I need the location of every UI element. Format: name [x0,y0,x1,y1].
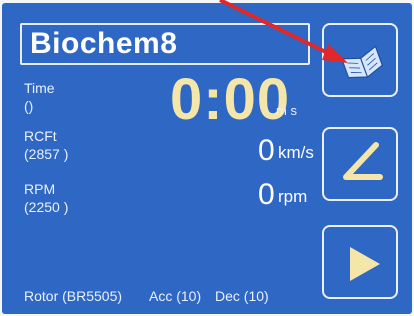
rcf-value: 0 [258,134,275,167]
deceleration-info: Dec (10) [215,288,269,304]
rpm-label: RPM [24,181,56,197]
start-button[interactable] [322,225,398,299]
rpm-value: 0 [258,178,275,211]
acceleration-info: Acc (10) [149,288,202,304]
program-name: Biochem8 [30,27,178,60]
program-library-button[interactable] [322,23,398,97]
rcf-setpoint: (2857 ) [24,146,69,162]
time-unit: m s [276,103,297,118]
ramp-settings-button[interactable] [322,127,398,201]
rcf-unit: km/s [278,143,314,162]
rotor-info: Rotor (BR5505) [24,288,123,304]
time-setpoint: () [24,98,34,114]
rcf-label: RCFt [24,128,57,144]
play-icon [350,247,380,281]
time-label: Time [24,80,55,96]
rpm-setpoint: (2250 ) [24,199,69,215]
display-screen: Biochem8 Time () 0:00 m s RCFt (2857 ) 0… [2,3,412,314]
book-icon [340,45,384,79]
rpm-unit: rpm [278,187,308,206]
time-value: 0:00 [170,67,291,132]
program-name-box[interactable]: Biochem8 [20,23,310,65]
ramp-icon [343,142,383,180]
